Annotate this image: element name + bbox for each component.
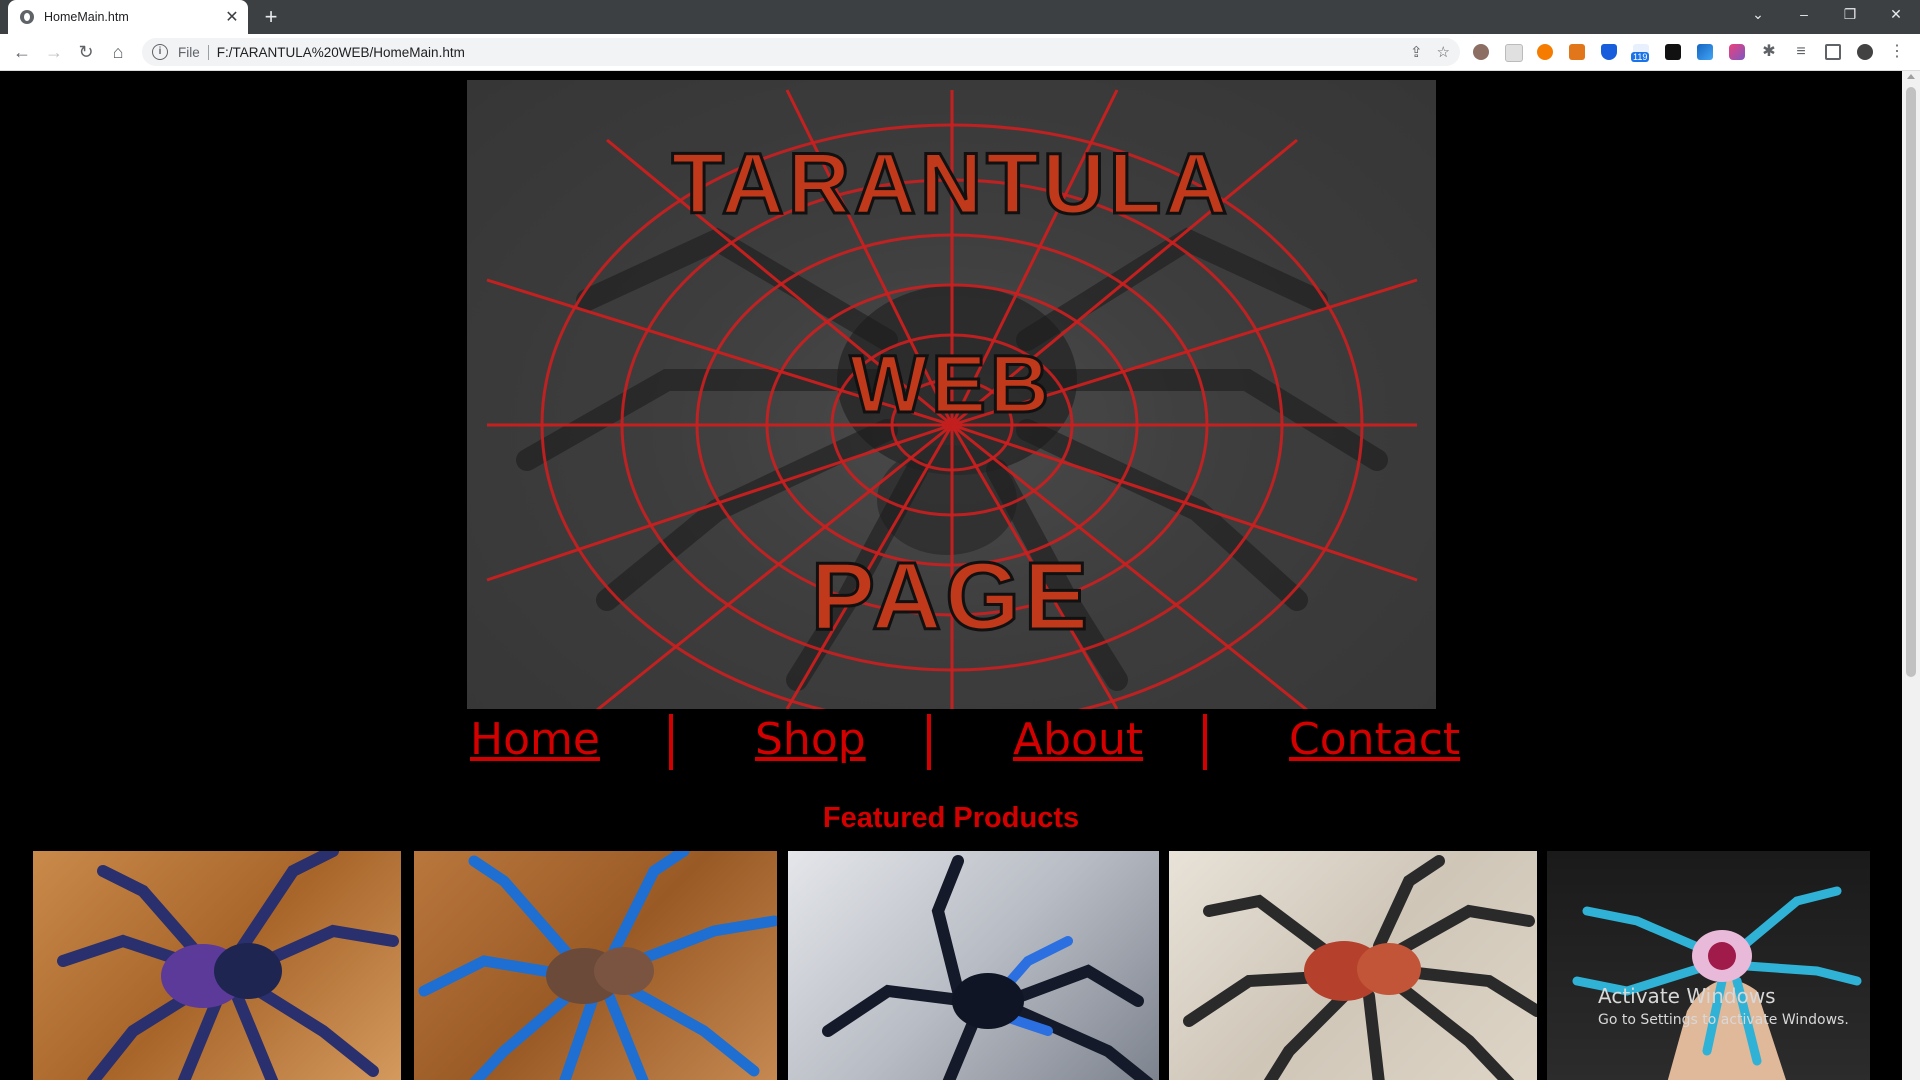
- close-tab-icon[interactable]: ✕: [222, 7, 242, 27]
- browser-toolbar: ← → ↻ ⌂ i File F:/TARANTULA%20WEB/HomeMa…: [0, 34, 1920, 71]
- extension-badge: 119: [1631, 52, 1650, 62]
- home-icon[interactable]: ⌂: [104, 38, 132, 66]
- tab-search-icon[interactable]: ⌄: [1736, 0, 1780, 30]
- featured-heading: Featured Products: [822, 802, 1080, 834]
- product-image[interactable]: [1547, 851, 1870, 1080]
- banner-image: TARANTULA WEB PAGE: [467, 80, 1436, 709]
- back-icon[interactable]: ←: [8, 38, 36, 66]
- address-bar[interactable]: i File F:/TARANTULA%20WEB/HomeMain.htm ⇪…: [142, 38, 1460, 66]
- puzzle-icon[interactable]: ✱: [1761, 44, 1777, 60]
- product-image[interactable]: [788, 851, 1159, 1080]
- restore-button[interactable]: ❐: [1828, 0, 1872, 30]
- scroll-up-icon[interactable]: [1907, 74, 1915, 79]
- banner-title-line1: TARANTULA: [670, 135, 1232, 234]
- nav-separator: [669, 714, 673, 770]
- minimize-button[interactable]: –: [1782, 0, 1826, 30]
- banner-title-line2: WEB: [848, 338, 1054, 432]
- bookmark-star-icon[interactable]: ☆: [1437, 43, 1450, 61]
- main-nav: Home Shop About Contact: [467, 711, 1460, 770]
- metamask-icon[interactable]: [1569, 44, 1585, 60]
- extension-icon[interactable]: [1665, 44, 1681, 60]
- watermark-line2: Go to Settings to activate Windows.: [1598, 1012, 1849, 1028]
- page-viewport: TARANTULA WEB PAGE Home Shop About Conta…: [0, 71, 1902, 1080]
- tarantula-photo: [822, 855, 1154, 1080]
- reading-list-icon[interactable]: ≡: [1793, 44, 1809, 60]
- page-scrollbar[interactable]: [1902, 71, 1920, 1080]
- tarantula-photo: [418, 851, 777, 1080]
- avatar[interactable]: [1857, 44, 1873, 60]
- tarantula-photo: [1572, 886, 1862, 1080]
- reload-icon[interactable]: ↻: [72, 38, 100, 66]
- browser-tab[interactable]: HomeMain.htm ✕: [8, 0, 248, 34]
- nav-link-home[interactable]: Home: [470, 711, 600, 769]
- nav-separator: [927, 714, 931, 770]
- address-url[interactable]: F:/TARANTULA%20WEB/HomeMain.htm: [217, 45, 465, 60]
- close-window-button[interactable]: ✕: [1874, 0, 1918, 30]
- globe-icon: [20, 10, 34, 24]
- watermark-line1: Activate Windows: [1598, 984, 1776, 1008]
- product-image[interactable]: [414, 851, 777, 1080]
- menu-icon[interactable]: ⋮: [1889, 44, 1905, 60]
- extension-icon[interactable]: [1473, 44, 1489, 60]
- nav-separator: [1203, 714, 1207, 770]
- extension-icon[interactable]: 119: [1631, 44, 1650, 62]
- extension-icon[interactable]: [1729, 44, 1745, 60]
- banner-title-line3: PAGE: [810, 542, 1092, 652]
- product-image[interactable]: [1169, 851, 1537, 1080]
- tarantula-photo: [1183, 855, 1537, 1080]
- windows-activation-watermark: Activate Windows Go to Settings to activ…: [1598, 984, 1849, 1028]
- side-panel-icon[interactable]: [1825, 44, 1841, 60]
- tab-title: HomeMain.htm: [44, 10, 129, 24]
- nav-link-contact[interactable]: Contact: [1289, 711, 1460, 769]
- extension-icon[interactable]: [1505, 44, 1523, 62]
- bitwarden-icon[interactable]: [1601, 44, 1617, 60]
- nav-link-about[interactable]: About: [1013, 711, 1143, 769]
- browser-titlebar: HomeMain.htm ✕ + ⌄ – ❐ ✕: [0, 0, 1920, 34]
- nav-link-shop[interactable]: Shop: [755, 711, 866, 769]
- extension-icon[interactable]: [1697, 44, 1713, 60]
- forward-icon[interactable]: →: [40, 38, 68, 66]
- scrollbar-thumb[interactable]: [1906, 87, 1916, 677]
- new-tab-button[interactable]: +: [258, 4, 284, 30]
- product-image[interactable]: [33, 851, 401, 1080]
- tarantula-photo: [57, 851, 399, 1080]
- info-icon[interactable]: i: [152, 44, 168, 60]
- share-icon[interactable]: ⇪: [1410, 43, 1423, 61]
- extension-icon[interactable]: [1537, 44, 1553, 60]
- address-scheme: File: [178, 44, 209, 60]
